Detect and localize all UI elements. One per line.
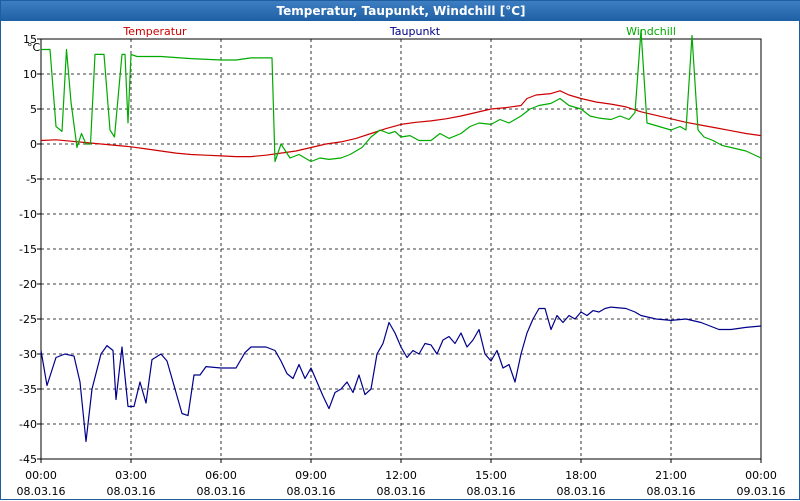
y-tick-label: -45 bbox=[19, 453, 37, 466]
y-axis-label: °C bbox=[27, 41, 41, 54]
x-tick-label-time: 06:00 bbox=[205, 469, 237, 482]
x-tick-label-time: 12:00 bbox=[385, 469, 417, 482]
y-tick-label: -15 bbox=[19, 243, 37, 256]
x-tick-label-date: 08.03.16 bbox=[197, 485, 246, 498]
y-tick-label: 5 bbox=[30, 103, 37, 116]
x-tick-label-date: 09.03.16 bbox=[737, 485, 786, 498]
x-tick-label-time: 15:00 bbox=[475, 469, 507, 482]
x-tick-label-time: 00:00 bbox=[25, 469, 57, 482]
x-tick-label-date: 08.03.16 bbox=[557, 485, 606, 498]
y-tick-label: -25 bbox=[19, 313, 37, 326]
y-tick-label: 10 bbox=[23, 68, 37, 81]
y-tick-label: 0 bbox=[30, 138, 37, 151]
y-tick-label: -10 bbox=[19, 208, 37, 221]
y-tick-label: -30 bbox=[19, 348, 37, 361]
x-tick-label-date: 08.03.16 bbox=[17, 485, 66, 498]
x-tick-label-time: 00:00 bbox=[745, 469, 777, 482]
y-tick-label: -5 bbox=[26, 173, 37, 186]
y-tick-label: -40 bbox=[19, 418, 37, 431]
x-tick-label-time: 09:00 bbox=[295, 469, 327, 482]
chart-window: Temperatur, Taupunkt, Windchill [°C] 15 1… bbox=[0, 0, 800, 500]
x-tick-label-date: 08.03.16 bbox=[467, 485, 516, 498]
line-chart: 151050-5-10-15-20-25-30-35-40-45°C00:000… bbox=[17, 25, 786, 498]
legend-windchill: Windchill bbox=[626, 25, 676, 38]
x-tick-label-time: 03:00 bbox=[115, 469, 147, 482]
y-tick-label: -20 bbox=[19, 278, 37, 291]
x-tick-label-date: 08.03.16 bbox=[647, 485, 696, 498]
y-tick-label: -35 bbox=[19, 383, 37, 396]
window-title: Temperatur, Taupunkt, Windchill [°C] bbox=[1, 1, 800, 21]
legend-taupunkt: Taupunkt bbox=[389, 25, 441, 38]
legend-temperatur: Temperatur bbox=[122, 25, 187, 38]
x-tick-label-date: 08.03.16 bbox=[107, 485, 156, 498]
x-tick-label-date: 08.03.16 bbox=[287, 485, 336, 498]
x-tick-label-time: 18:00 bbox=[565, 469, 597, 482]
x-tick-label-time: 21:00 bbox=[655, 469, 687, 482]
x-tick-label-date: 08.03.16 bbox=[377, 485, 426, 498]
